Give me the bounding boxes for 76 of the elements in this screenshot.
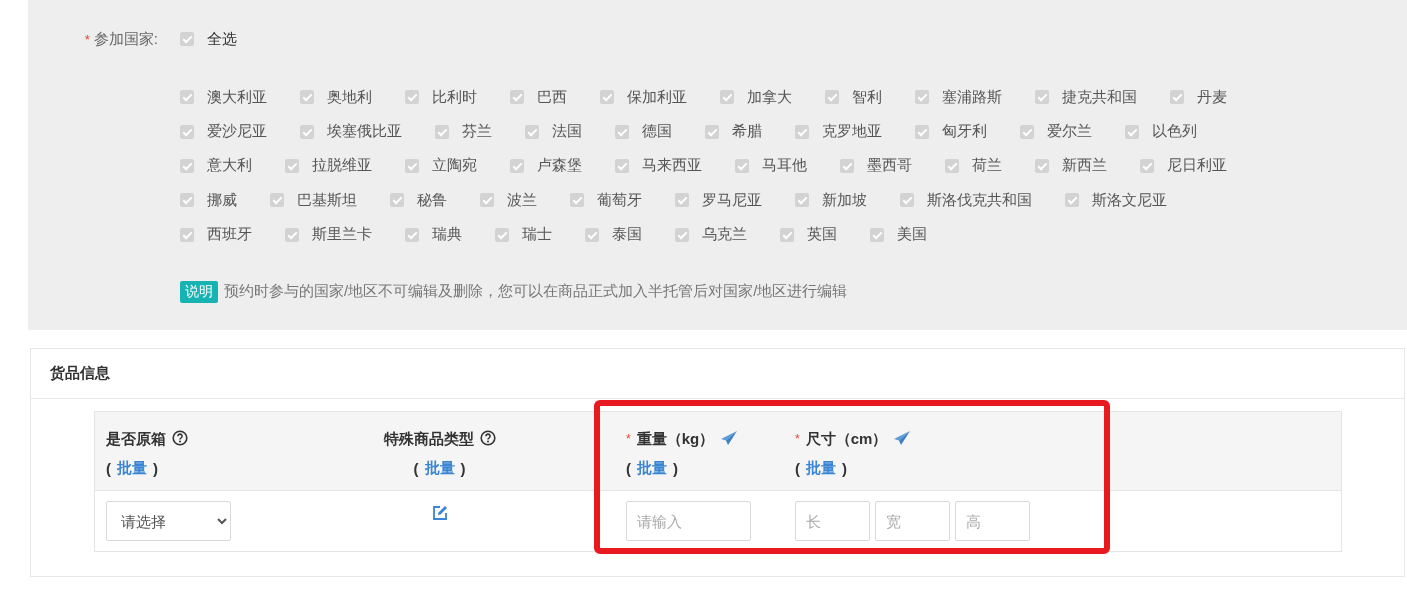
checkbox-label: 比利时 [432, 87, 477, 107]
checkbox-label: 马耳他 [762, 156, 807, 176]
bracket: ( [795, 459, 800, 477]
batch-link[interactable]: 批量 [637, 458, 667, 478]
column-header: 重量（kg） [636, 429, 715, 449]
checkbox-label: 匈牙利 [942, 122, 987, 142]
input-field[interactable]: 宽 [875, 501, 950, 541]
checkbox-label: 美国 [897, 225, 927, 245]
checkbox-label: 英国 [807, 225, 837, 245]
checkbox-label: 立陶宛 [432, 156, 477, 176]
checkbox-label: 智利 [852, 87, 882, 107]
checkbox-label: 澳大利亚 [207, 87, 267, 107]
checkbox-label: 斯里兰卡 [312, 225, 372, 245]
checkbox-label: 巴西 [537, 87, 567, 107]
checkbox-label: 保加利亚 [627, 87, 687, 107]
checkbox-label: 新西兰 [1062, 156, 1107, 176]
bracket: ( [626, 459, 631, 477]
checkbox-label: 斯洛伐克共和国 [927, 190, 1032, 210]
checkbox-label: 拉脱维亚 [312, 156, 372, 176]
checkbox-label: 德国 [642, 122, 672, 142]
checkbox-label: 西班牙 [207, 225, 252, 245]
checkbox-label: 葡萄牙 [597, 190, 642, 210]
checkbox-label: 塞浦路斯 [942, 87, 1002, 107]
bracket: ) [842, 459, 847, 477]
input-field[interactable]: 高 [955, 501, 1030, 541]
note-text: 预约时参与的国家/地区不可编辑及删除，您可以在商品正式加入半托管后对国家/地区进行编辑 [224, 282, 848, 302]
batch-link[interactable]: 批量 [424, 458, 455, 478]
checkbox-label: 奥地利 [327, 87, 372, 107]
checkbox-label: 瑞士 [522, 225, 552, 245]
note-badge: 说明 [180, 280, 218, 303]
bracket: ) [460, 459, 466, 477]
column-header: 是否原箱 [106, 429, 166, 449]
checkbox-label: 意大利 [207, 156, 252, 176]
required-mark: * [795, 432, 800, 446]
checkbox-label: 尼日利亚 [1167, 156, 1227, 176]
checkbox-label: 芬兰 [462, 122, 492, 142]
column-header: 特殊商品类型 [383, 429, 474, 449]
column-header: 尺寸（cm） [805, 429, 888, 449]
checkbox-label: 克罗地亚 [822, 122, 882, 142]
checkbox-label: 爱尔兰 [1047, 122, 1092, 142]
bracket: ) [673, 459, 678, 477]
checkbox-label: 爱沙尼亚 [207, 122, 267, 142]
checkbox-label: 捷克共和国 [1062, 87, 1137, 107]
checkbox-label: 新加坡 [822, 190, 867, 210]
field-label: 参加国家: [93, 30, 158, 47]
checkbox-label: 墨西哥 [867, 156, 912, 176]
checkbox-label: 瑞典 [432, 225, 462, 245]
checkbox-label: 丹麦 [1197, 87, 1227, 107]
section-title: 货品信息 [50, 364, 110, 383]
required-mark: * [626, 432, 631, 446]
input-field[interactable]: 请输入 [626, 501, 751, 541]
checkbox-label: 泰国 [612, 225, 642, 245]
checkbox-label: 希腊 [732, 122, 762, 142]
checkbox-label: 荷兰 [972, 156, 1002, 176]
batch-link[interactable]: 批量 [806, 458, 836, 478]
checkbox-label: 波兰 [507, 190, 537, 210]
checkbox-label: 卢森堡 [537, 156, 582, 176]
checkbox-label: 斯洛文尼亚 [1092, 190, 1167, 210]
checkbox-label: 以色列 [1152, 122, 1197, 142]
checkbox-label: 法国 [552, 122, 582, 142]
checkbox-label: 挪威 [207, 190, 237, 210]
checkbox-label: 埃塞俄比亚 [327, 122, 402, 142]
input-field[interactable]: 长 [795, 501, 870, 541]
select-field[interactable]: 请选择 [106, 501, 231, 541]
batch-link[interactable]: 批量 [117, 458, 147, 478]
checkbox-label: 加拿大 [747, 87, 792, 107]
checkbox-label: 乌克兰 [702, 225, 747, 245]
checkbox-label: 巴基斯坦 [297, 190, 357, 210]
checkbox-label: 秘鲁 [417, 190, 447, 210]
bracket: ) [153, 459, 158, 477]
required-mark: * [84, 32, 90, 47]
bracket: ( [106, 459, 111, 477]
checkbox-label: 马来西亚 [642, 156, 702, 176]
checkbox-label: 全选 [207, 29, 237, 49]
checkbox-label: 罗马尼亚 [702, 190, 762, 210]
bracket: ( [413, 459, 419, 477]
